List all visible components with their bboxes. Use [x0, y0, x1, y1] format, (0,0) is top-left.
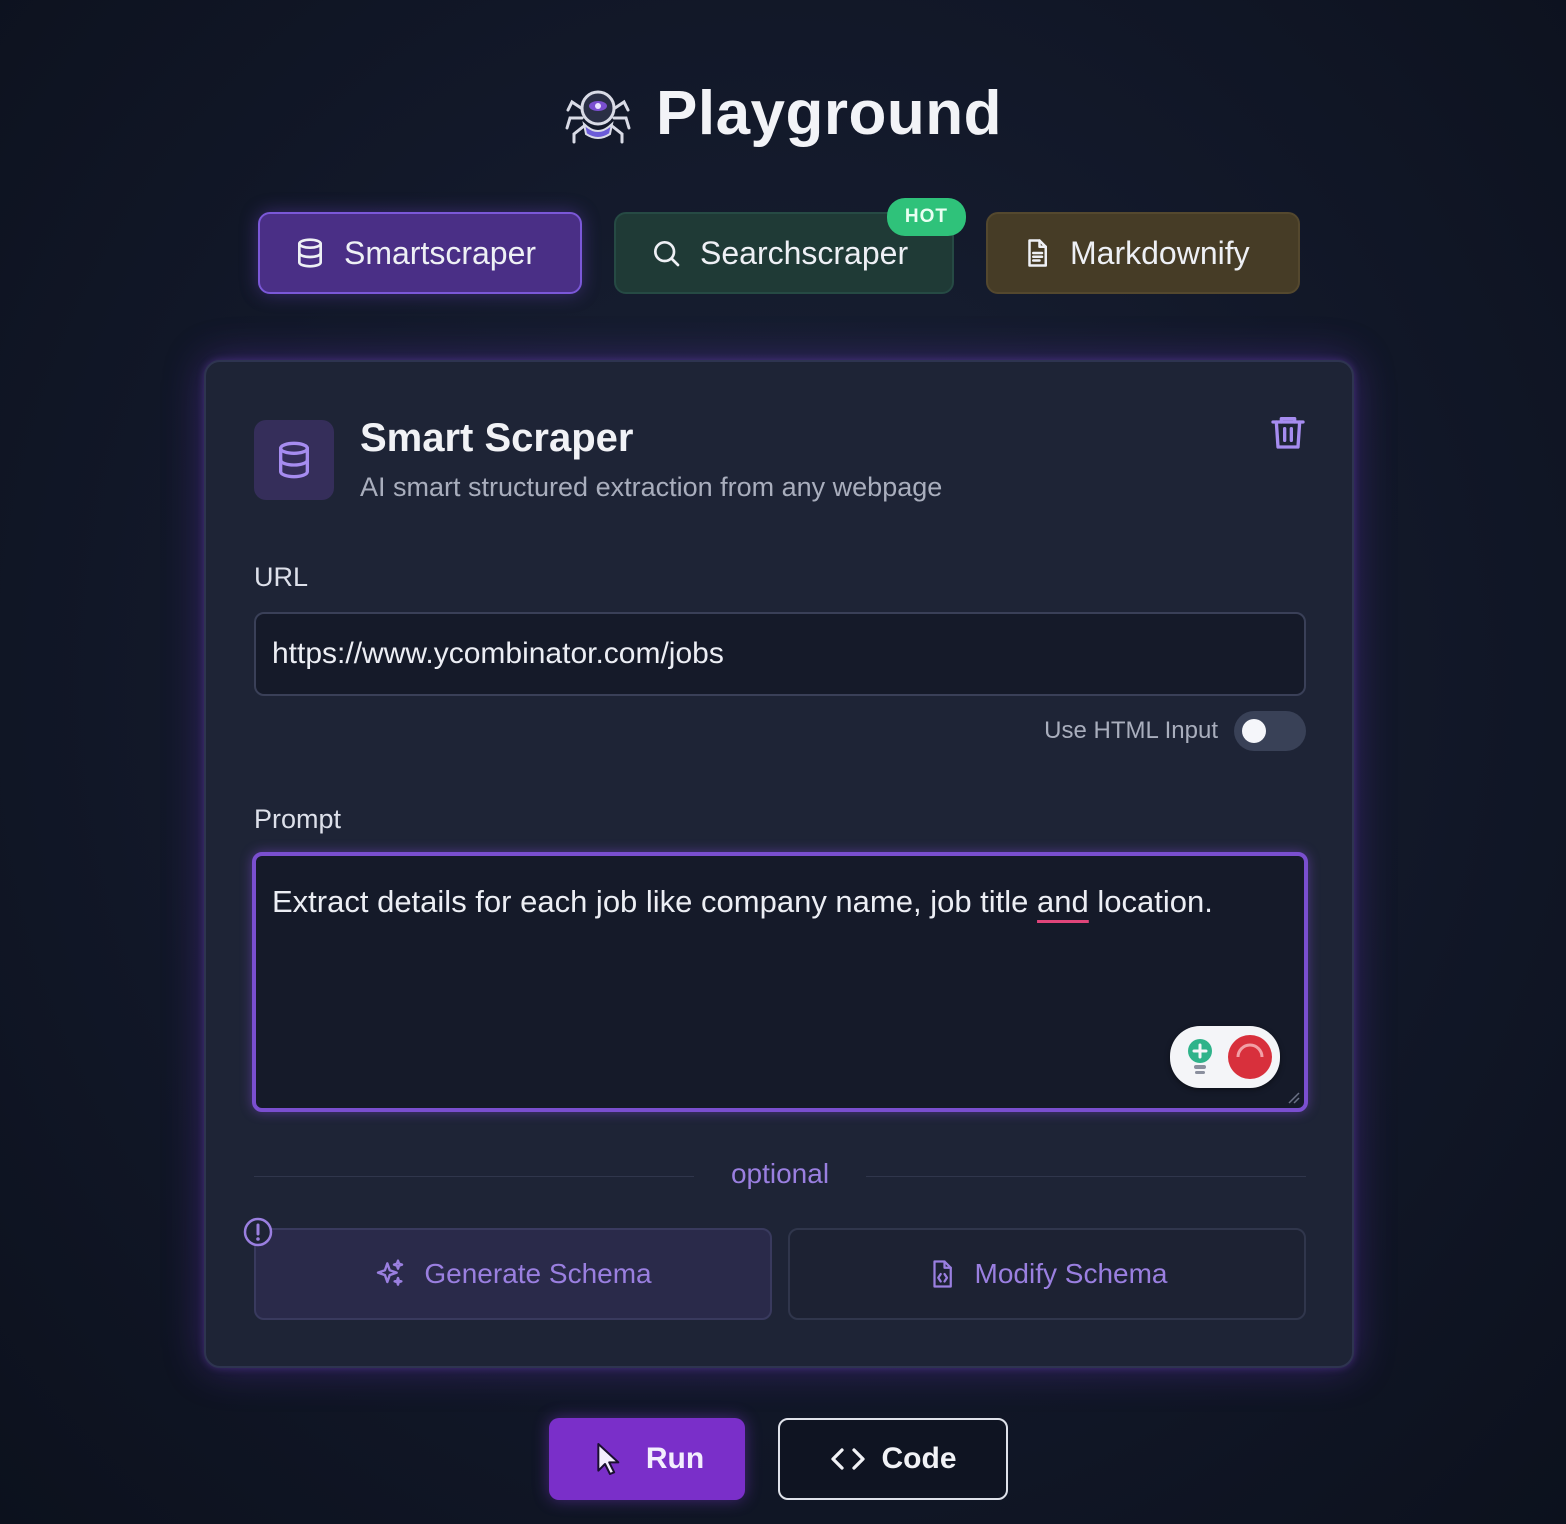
divider-line-left [254, 1176, 694, 1177]
url-input[interactable] [254, 612, 1306, 696]
page-header: Playground [0, 78, 1566, 149]
file-code-icon [932, 1260, 952, 1288]
code-label: Code [881, 1442, 957, 1475]
generate-schema-button[interactable]: Generate Schema [254, 1228, 772, 1320]
search-icon [654, 241, 680, 267]
modify-schema-button[interactable]: Modify Schema [788, 1228, 1306, 1320]
sparkles-icon [377, 1259, 404, 1286]
spider-robot-icon [565, 90, 631, 143]
code-brackets-icon [830, 1448, 865, 1470]
prompt-label: Prompt [254, 804, 342, 834]
spellcheck-word: and [1037, 884, 1089, 919]
page-title: Playground [655, 79, 1003, 148]
tab-label: Smartscraper [344, 234, 537, 271]
lightbulb-icon [1188, 1039, 1212, 1074]
hot-badge: HOT [886, 198, 966, 236]
tab-smartscraper[interactable]: Smartscraper [258, 212, 582, 294]
pointer-cursor-icon [597, 1443, 620, 1475]
divider-line-right [866, 1176, 1306, 1177]
tab-searchscraper[interactable]: Searchscraper HOT [614, 198, 966, 294]
tool-tabs: Smartscraper Searchscraper HOT Markdowni… [0, 198, 1566, 296]
grammar-extension-widget[interactable] [1170, 1026, 1280, 1088]
run-button[interactable]: Run [549, 1418, 745, 1500]
toggle-knob [1242, 719, 1266, 743]
run-label: Run [645, 1442, 705, 1475]
prompt-text: Extract details for each job like compan… [272, 884, 1038, 919]
card-subtitle: AI smart structured extraction from any … [360, 472, 943, 502]
tab-markdownify[interactable]: Markdownify [986, 212, 1300, 294]
card-title: Smart Scraper [360, 416, 634, 460]
url-label: URL [254, 562, 309, 592]
card-icon-box [254, 420, 334, 500]
toggle-label: Use HTML Input [1044, 717, 1218, 744]
database-icon [298, 238, 322, 268]
database-icon [279, 441, 309, 479]
html-input-toggle[interactable] [1234, 711, 1306, 751]
modify-schema-label: Modify Schema [974, 1258, 1168, 1289]
tab-label: Markdownify [1070, 234, 1250, 271]
generate-schema-label: Generate Schema [424, 1258, 652, 1289]
trash-icon[interactable] [1268, 412, 1308, 452]
resize-grip-icon[interactable] [1286, 1090, 1300, 1104]
smart-scraper-card: Smart Scraper AI smart structured extrac… [204, 360, 1354, 1368]
prompt-textarea[interactable]: Extract details for each job like compan… [252, 852, 1308, 1112]
html-input-toggle-row: Use HTML Input [986, 708, 1306, 754]
code-button[interactable]: Code [778, 1418, 1008, 1500]
document-icon [1028, 239, 1047, 267]
optional-label: optional [730, 1158, 830, 1189]
tab-label: Searchscraper [700, 234, 909, 271]
prompt-text-end: location. [1088, 884, 1213, 919]
info-icon[interactable] [242, 1216, 274, 1248]
record-icon [1228, 1035, 1272, 1079]
